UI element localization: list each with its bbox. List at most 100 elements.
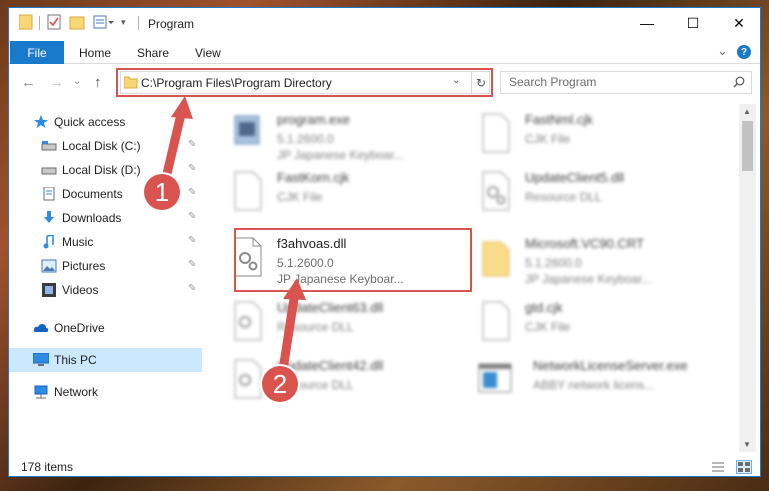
videos-icon xyxy=(41,283,57,297)
file-description: JP Japanese Keyboar... xyxy=(525,272,652,286)
search-box[interactable] xyxy=(500,71,752,94)
drive-icon xyxy=(41,139,57,153)
divider xyxy=(138,16,139,30)
folder-icon xyxy=(477,236,513,278)
help-icon[interactable]: ? xyxy=(737,45,751,59)
navigation-bar: ← → ⌄ ↑ C:\Program Files\Program Directo… xyxy=(9,68,760,98)
back-button[interactable]: ← xyxy=(21,74,36,91)
sidebar-item-downloads[interactable]: Downloads ✎ xyxy=(17,206,210,230)
tab-view[interactable]: View xyxy=(195,46,221,60)
pin-icon: ✎ xyxy=(188,163,197,174)
file-item[interactable]: program.exe 5.1.2600.0 JP Japanese Keybo… xyxy=(229,110,469,168)
network-icon xyxy=(33,385,49,399)
sidebar-item-label: Downloads xyxy=(62,211,122,225)
customize-toolbar-icon[interactable] xyxy=(93,14,115,32)
tab-home[interactable]: Home xyxy=(79,46,111,60)
file-name: UpdateClient5.dll xyxy=(525,170,625,185)
expand-ribbon-icon[interactable]: ⌄ xyxy=(717,43,728,59)
sidebar-item-label: Videos xyxy=(62,283,99,297)
tab-file[interactable]: File xyxy=(10,41,64,64)
file-version: 5.1.2600.0 xyxy=(525,256,582,270)
status-bar: 178 items xyxy=(9,456,760,476)
new-folder-icon[interactable] xyxy=(69,14,85,32)
tiles-view-icon[interactable] xyxy=(736,460,752,474)
step-1-callout: 1 xyxy=(144,174,180,210)
pc-icon xyxy=(32,352,50,367)
file-highlight-box xyxy=(234,228,472,292)
file-item[interactable]: FastKorn.cjk CJK File xyxy=(229,168,469,226)
address-highlight-box xyxy=(116,68,493,97)
file-name: program.exe xyxy=(277,112,350,127)
file-icon xyxy=(229,170,265,212)
pictures-icon xyxy=(41,259,57,273)
drive-icon xyxy=(41,163,57,177)
pin-icon: ✎ xyxy=(188,235,197,246)
dll-icon xyxy=(229,358,265,400)
tab-share[interactable]: Share xyxy=(137,46,169,60)
sidebar-item-this-pc[interactable]: This PC xyxy=(9,348,202,372)
star-icon xyxy=(33,115,49,129)
close-button[interactable]: ✕ xyxy=(716,8,760,38)
search-input[interactable] xyxy=(509,75,729,89)
sidebar-item-local-disk-d[interactable]: Local Disk (D:) ✎ xyxy=(17,158,210,182)
sidebar-item-label: Pictures xyxy=(62,259,106,273)
search-icon[interactable] xyxy=(733,76,745,91)
recent-locations-button[interactable]: ⌄ xyxy=(73,76,81,87)
scroll-thumb[interactable] xyxy=(742,121,753,171)
file-item[interactable]: FastNml.cjk CJK File xyxy=(477,110,717,168)
sidebar-item-pictures[interactable]: Pictures ✎ xyxy=(17,254,210,278)
divider xyxy=(39,16,40,30)
file-item[interactable]: UpdateClient5.dll Resource DLL xyxy=(477,168,717,226)
cloud-icon xyxy=(33,321,49,335)
file-item[interactable]: Microsoft.VC90.CRT 5.1.2600.0 JP Japanes… xyxy=(477,234,717,292)
scroll-up-icon[interactable]: ▲ xyxy=(743,107,751,116)
file-name: NetworkLicenseServer.exe xyxy=(533,358,688,373)
sidebar-item-network[interactable]: Network xyxy=(9,380,202,404)
vertical-scrollbar[interactable]: ▲ ▼ xyxy=(739,104,756,452)
file-type: Resource DLL xyxy=(277,320,354,334)
sidebar-item-documents[interactable]: Documents ✎ xyxy=(17,182,210,206)
dll-icon xyxy=(229,300,265,342)
file-type: Resource DLL xyxy=(525,190,602,204)
forward-button[interactable]: → xyxy=(49,74,64,91)
sidebar-item-quick-access[interactable]: Quick access xyxy=(9,110,202,134)
file-name: UpdateClient63.dll xyxy=(277,300,384,315)
file-item[interactable]: UpdateClient63.dll Resource DLL xyxy=(229,298,469,356)
pin-icon: ✎ xyxy=(188,211,197,222)
file-type: CJK File xyxy=(525,132,571,146)
download-icon xyxy=(41,211,57,225)
sidebar-item-label: Quick access xyxy=(54,115,126,129)
minimize-button[interactable]: — xyxy=(624,8,670,38)
maximize-button[interactable]: ☐ xyxy=(670,8,716,38)
file-description: JP Japanese Keyboar... xyxy=(277,148,404,162)
sidebar-item-label: Local Disk (D:) xyxy=(62,163,141,177)
pin-icon: ✎ xyxy=(188,259,197,270)
pin-icon: ✎ xyxy=(188,187,197,198)
file-description: ABBY network licens... xyxy=(533,378,655,392)
details-view-icon[interactable] xyxy=(710,460,726,474)
file-version: 5.1.2600.0 xyxy=(277,132,334,146)
exe-icon xyxy=(229,112,265,154)
documents-icon xyxy=(41,186,57,201)
app-icon xyxy=(477,358,513,400)
sidebar-item-videos[interactable]: Videos ✎ xyxy=(17,278,210,302)
ribbon-tabs: File Home Share View ⌄ ? xyxy=(9,41,760,64)
up-button[interactable]: ↑ xyxy=(94,74,102,91)
chevron-down-icon[interactable]: ▾ xyxy=(121,17,126,35)
file-name: FastNml.cjk xyxy=(525,112,593,127)
folder-icon xyxy=(19,14,33,32)
dll-icon xyxy=(477,170,513,212)
file-item[interactable]: gtd.cjk CJK File xyxy=(477,298,717,356)
sidebar-item-local-disk-c[interactable]: Local Disk (C:) ✎ xyxy=(17,134,210,158)
sidebar-item-label: OneDrive xyxy=(54,321,105,335)
properties-icon[interactable] xyxy=(46,14,62,32)
sidebar-item-onedrive[interactable]: OneDrive xyxy=(9,316,202,340)
file-item[interactable]: NetworkLicenseServer.exe ABBY network li… xyxy=(477,356,739,414)
sidebar-item-music[interactable]: Music ✎ xyxy=(17,230,210,254)
explorer-window: ▾ Program — ☐ ✕ File Home Share View ⌄ ?… xyxy=(8,7,761,477)
file-type: CJK File xyxy=(277,190,323,204)
navigation-pane: Quick access Local Disk (C:) ✎ Local Dis… xyxy=(9,104,202,450)
sidebar-item-label: Documents xyxy=(62,187,123,201)
scroll-down-icon[interactable]: ▼ xyxy=(743,440,751,449)
file-type: CJK File xyxy=(525,320,571,334)
